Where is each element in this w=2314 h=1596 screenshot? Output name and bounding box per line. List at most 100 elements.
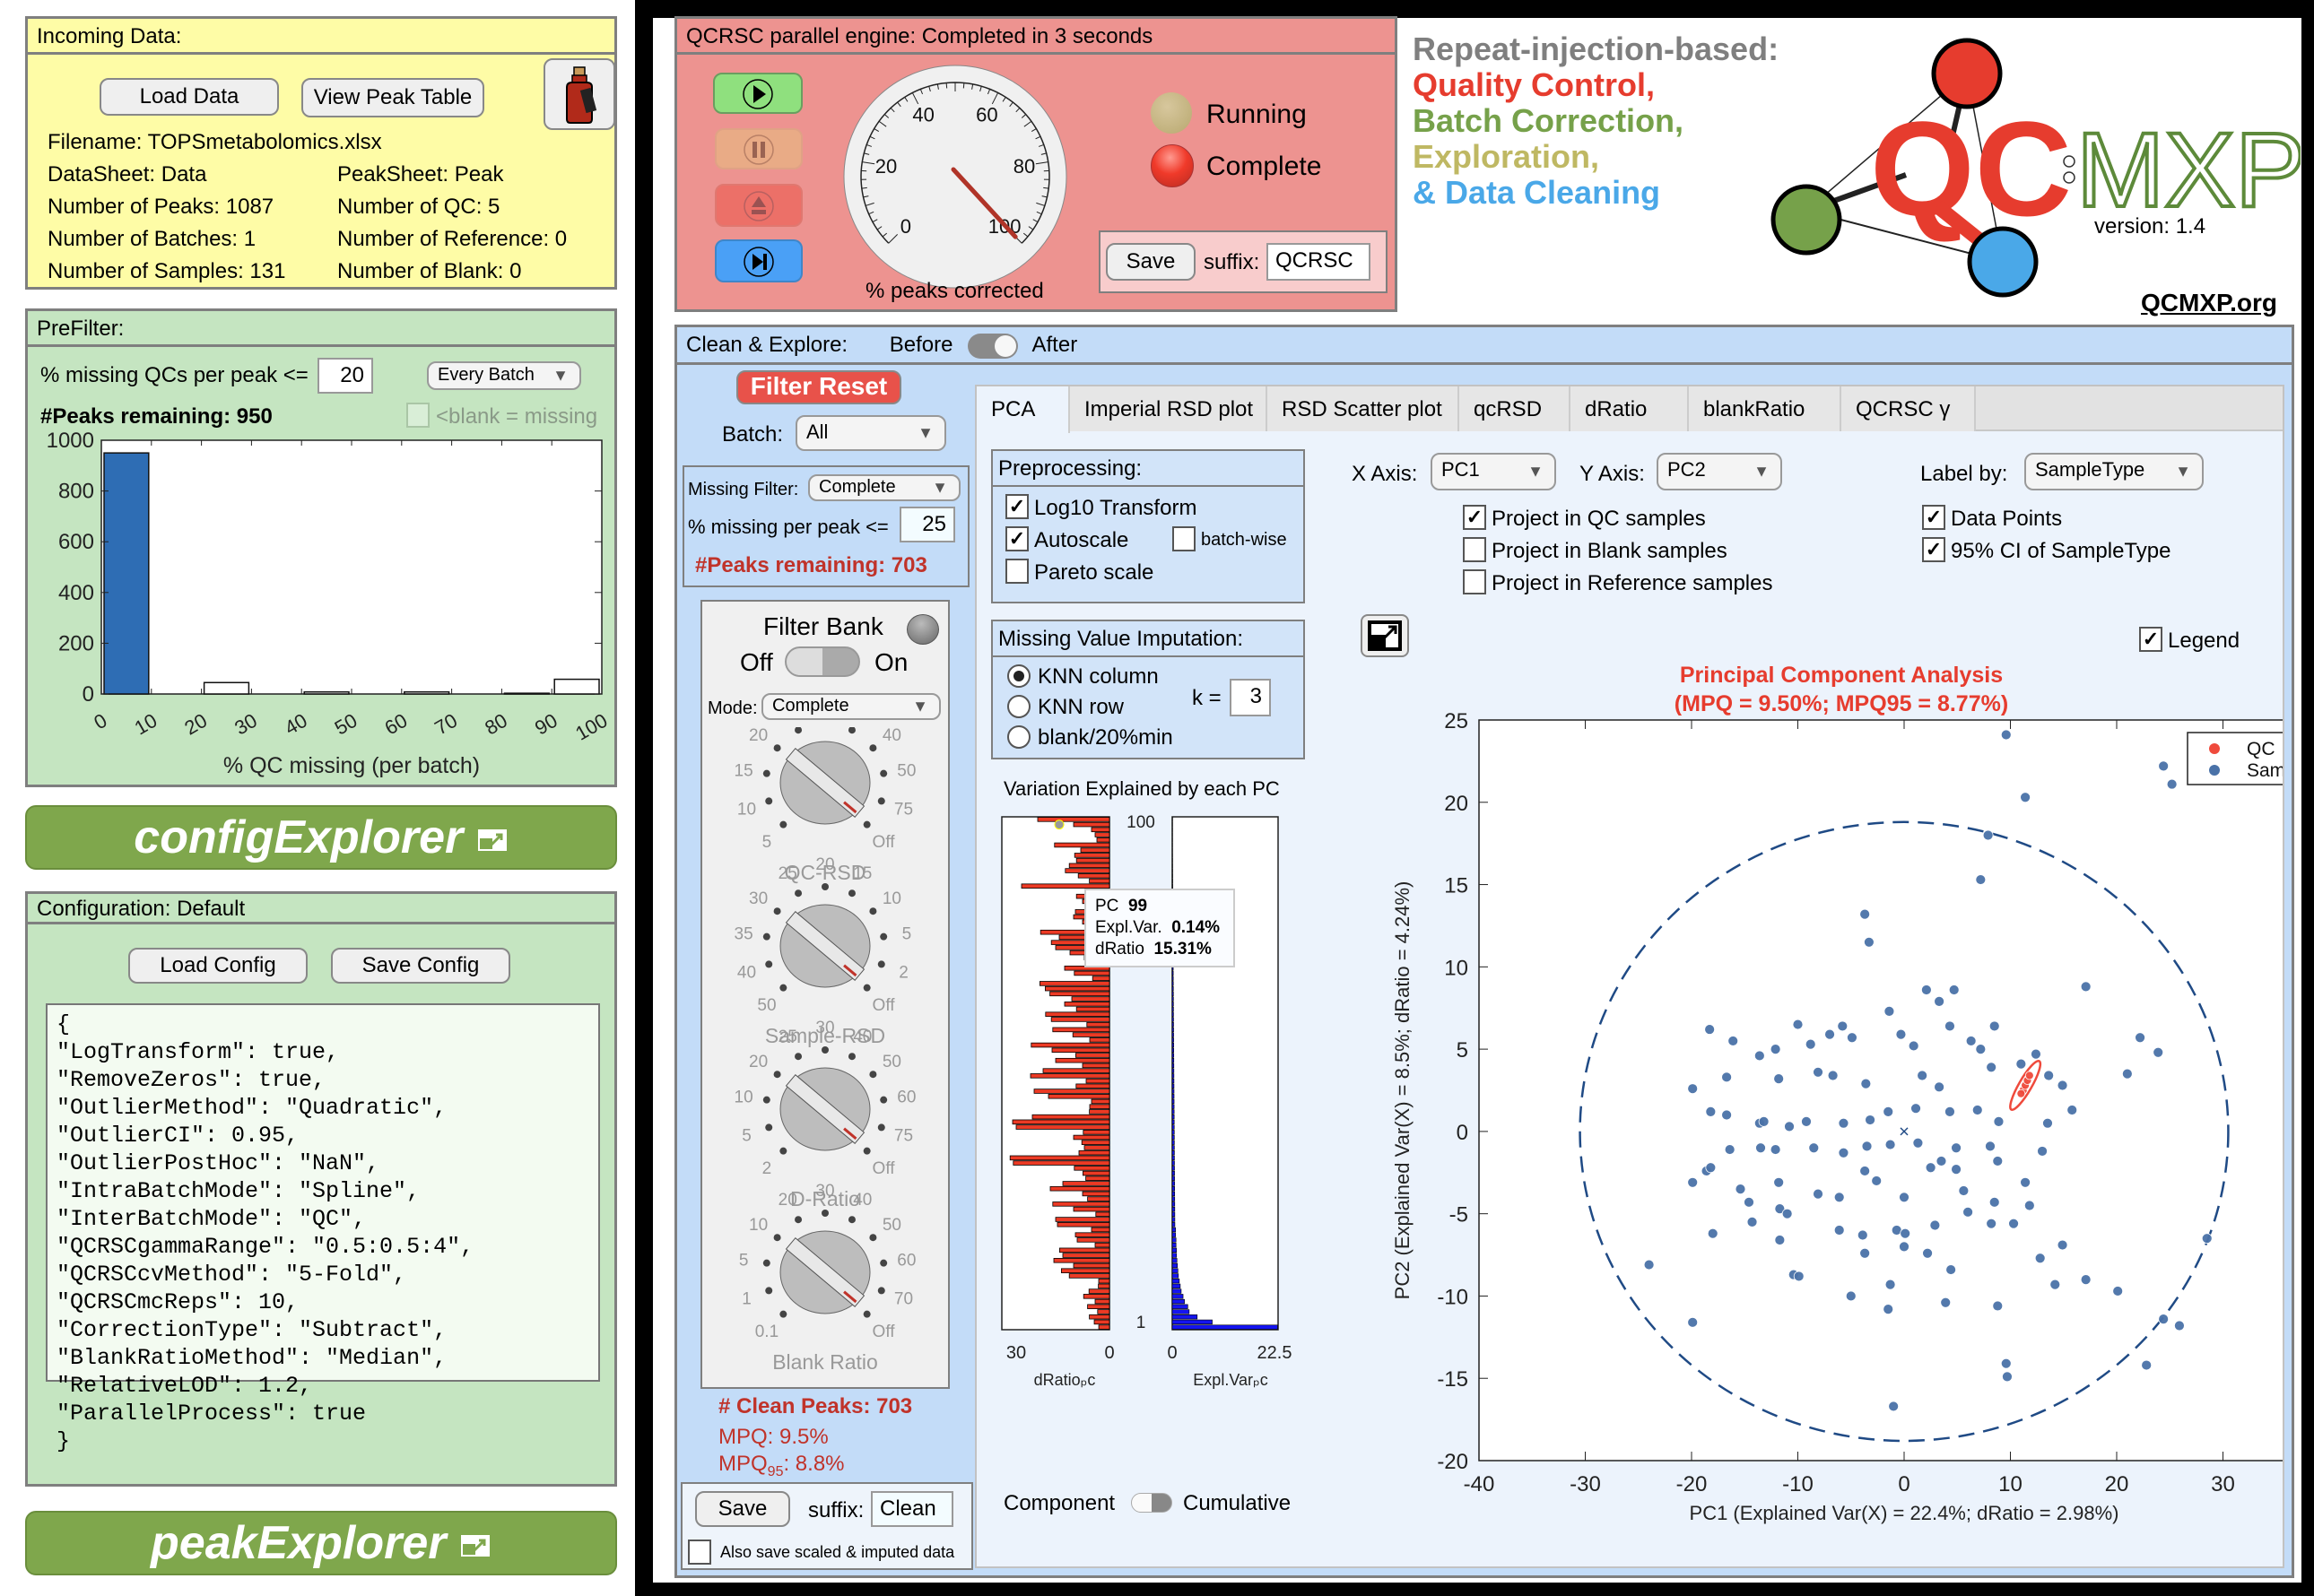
before-after-toggle[interactable] — [968, 333, 1019, 359]
sample-point — [1808, 1142, 1820, 1154]
config-explorer-label: configExplorer — [134, 811, 464, 863]
load-data-button[interactable]: Load Data — [100, 78, 279, 116]
x-tick-label: 50 — [331, 709, 361, 740]
blank20-radio[interactable] — [1007, 725, 1031, 749]
filter-reset-button[interactable]: Filter Reset — [736, 370, 901, 404]
peak-bottle-button[interactable] — [544, 58, 615, 130]
dratio-bar — [1098, 1278, 1110, 1284]
knob-dot — [877, 1287, 885, 1295]
tab-blankratio[interactable]: blankRatio — [1689, 386, 1841, 431]
load-config-button[interactable]: Load Config — [128, 948, 308, 984]
autoscale-checkbox[interactable]: ✓ — [1005, 526, 1029, 551]
project-qc-checkbox[interactable]: ✓ — [1463, 505, 1486, 530]
histogram-bar — [303, 690, 350, 695]
sample-point — [1744, 1196, 1754, 1208]
tab-pca[interactable]: PCA — [977, 386, 1070, 433]
pause-icon — [744, 134, 774, 165]
dratio-bar — [1052, 1201, 1110, 1207]
knob-label: Blank Ratio — [772, 1350, 878, 1374]
save-config-button[interactable]: Save Config — [331, 948, 510, 984]
skip-button[interactable] — [715, 239, 803, 282]
explvar-bar — [1171, 1037, 1174, 1043]
ci-checkbox[interactable]: ✓ — [1922, 537, 1945, 562]
skip-to-end-icon — [744, 247, 774, 277]
tab-rsd-scatter-plot[interactable]: RSD Scatter plot — [1267, 386, 1459, 431]
pareto-checkbox[interactable] — [1005, 559, 1029, 584]
sample-point — [1705, 1162, 1717, 1174]
x-tick-label: 70 — [431, 709, 461, 740]
config-json-textarea[interactable]: {"LogTransform": true, "RemoveZeros": tru… — [46, 1003, 600, 1454]
missing-per-peak-input[interactable]: 25 — [900, 507, 955, 542]
pause-button[interactable] — [715, 128, 803, 169]
tab-imperial-rsd-plot[interactable]: Imperial RSD plot — [1070, 386, 1267, 431]
sample-point — [2023, 1200, 2035, 1211]
sample-point — [1929, 1219, 1941, 1231]
tab-qcrsd[interactable]: qcRSD — [1459, 386, 1570, 431]
missing-filter-dropdown[interactable]: Complete ▼ — [808, 474, 961, 501]
explvar-bar — [1171, 1032, 1174, 1037]
peak-explorer-banner[interactable]: peakExplorer — [25, 1511, 617, 1575]
missing-qc-input[interactable]: 20 — [318, 358, 373, 394]
sample-point — [1857, 1229, 1868, 1241]
view-peak-table-button[interactable]: View Peak Table — [301, 78, 484, 117]
x-tick-label: 80 — [481, 709, 511, 740]
peaksheet-text: PeakSheet: Peak — [337, 162, 504, 186]
component-cumulative-toggle[interactable] — [1131, 1493, 1172, 1513]
dratio-bar — [1076, 1237, 1110, 1243]
pareto-label: Pareto scale — [1034, 560, 1154, 585]
knob-dot — [880, 1096, 888, 1104]
knob-tick-label: 50 — [897, 762, 916, 781]
dratio-bar — [1012, 1119, 1110, 1125]
data-points-checkbox[interactable]: ✓ — [1922, 505, 1945, 530]
qcmxp-website-link[interactable]: QCMXP.org — [2141, 289, 2277, 317]
y-axis-dropdown[interactable]: PC2 ▼ — [1657, 453, 1782, 490]
label-by-dropdown[interactable]: SampleType ▼ — [2024, 453, 2204, 490]
engine-save-button[interactable]: Save — [1106, 243, 1196, 281]
knn-column-radio[interactable] — [1007, 664, 1031, 688]
sample-point — [1986, 1062, 1997, 1073]
histogram-bar — [203, 681, 250, 695]
prefilter-title: PreFilter: — [28, 311, 614, 347]
k-input[interactable]: 3 — [1230, 679, 1271, 716]
knn-row-radio[interactable] — [1007, 695, 1031, 718]
knob-dot — [795, 727, 803, 734]
percent-corrected-gauge: 020406080100 — [843, 65, 1067, 289]
config-explorer-banner[interactable]: configExplorer — [25, 805, 617, 870]
batchwise-checkbox[interactable] — [1172, 526, 1196, 551]
clean-save-button[interactable]: Save — [695, 1491, 790, 1527]
legend-marker — [2209, 765, 2220, 776]
batch-label: Batch: — [722, 422, 784, 447]
chevron-down-icon: ▼ — [1527, 462, 1544, 481]
tab-qcrsc-[interactable]: QCRSC γ — [1841, 386, 1976, 431]
play-button[interactable] — [713, 73, 803, 114]
blank-missing-checkbox[interactable] — [406, 403, 430, 428]
log10-checkbox[interactable]: ✓ — [1005, 494, 1029, 519]
dratio-bar — [1098, 1324, 1110, 1330]
project-reference-checkbox[interactable] — [1463, 569, 1486, 594]
eject-button[interactable] — [715, 184, 803, 227]
dratio-bar — [1009, 1155, 1110, 1161]
legend-checkbox[interactable]: ✓ — [2139, 627, 2162, 652]
popout-window-icon — [1368, 620, 1402, 651]
knob-tick-label: 50 — [883, 1053, 901, 1071]
also-save-label: Also save scaled & imputed data — [720, 1543, 955, 1561]
x-axis-dropdown[interactable]: PC1 ▼ — [1431, 453, 1556, 490]
project-blank-checkbox[interactable] — [1463, 537, 1486, 562]
sample-point — [1899, 1192, 1909, 1203]
clean-explore-panel: Clean & Explore: Before After Filter Res… — [674, 325, 2294, 1578]
filter-bank-toggle[interactable] — [785, 646, 860, 677]
explvar-bar — [1171, 1134, 1175, 1141]
knob-tick-label: 5 — [762, 833, 772, 852]
batch-dropdown[interactable]: All ▼ — [796, 415, 946, 451]
sample-point — [1827, 1070, 1839, 1081]
also-save-checkbox[interactable] — [688, 1540, 711, 1565]
batch-mode-dropdown[interactable]: Every Batch ▼ — [427, 361, 581, 390]
knob-dot — [869, 744, 877, 752]
engine-suffix-input[interactable]: QCRSC — [1266, 243, 1370, 281]
popout-plot-button[interactable] — [1361, 614, 1409, 657]
mode-dropdown[interactable]: Complete ▼ — [761, 693, 941, 720]
knob-dot — [822, 883, 829, 890]
tab-dratio[interactable]: dRatio — [1570, 386, 1689, 431]
clean-suffix-input[interactable]: Clean — [871, 1491, 953, 1527]
dratio-bar — [1089, 1104, 1110, 1109]
